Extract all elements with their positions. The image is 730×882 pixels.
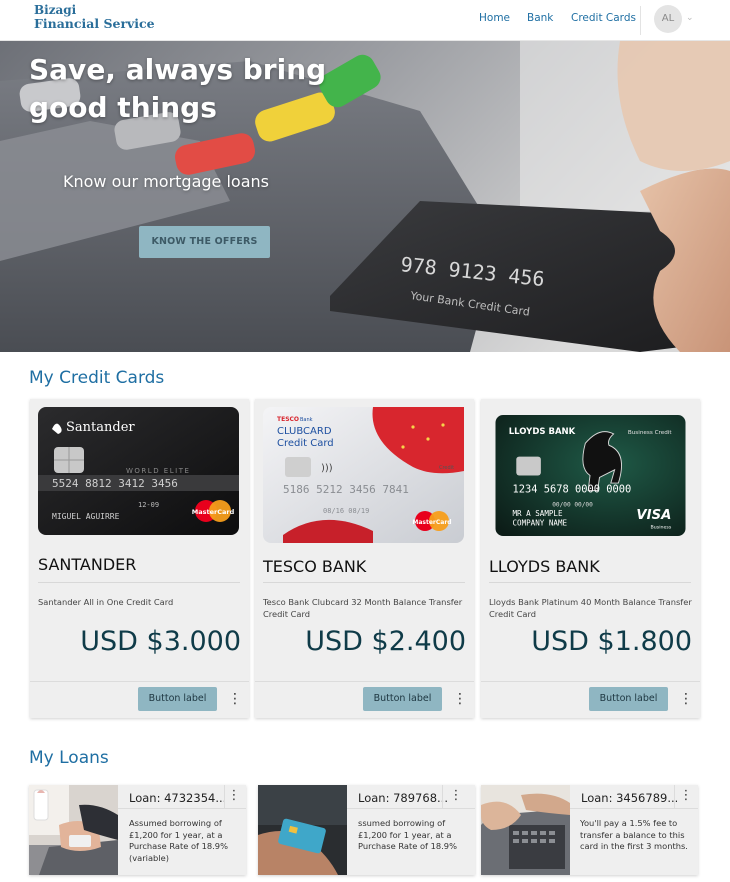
hero-subtitle: Know our mortgage loans (63, 172, 269, 191)
divider (255, 681, 474, 682)
nav-home[interactable]: Home (479, 12, 510, 24)
svg-text:5524 8812 3412 3456: 5524 8812 3412 3456 (52, 477, 178, 490)
loan-photo-phone-laptop (29, 785, 118, 875)
user-avatar[interactable]: AL (654, 5, 682, 33)
svg-text:00/00 00/00: 00/00 00/00 (552, 502, 593, 509)
divider (347, 808, 475, 809)
card-price: USD $2.400 (305, 626, 466, 657)
card-action-button[interactable]: Button label (589, 687, 668, 711)
tesco-card-image: TESCO Bank CLUBCARD Credit Card ))) Cred… (263, 407, 464, 543)
svg-text:MasterCard: MasterCard (412, 519, 451, 526)
credit-cards-title: My Credit Cards (29, 368, 165, 388)
divider (489, 582, 691, 583)
svg-text:MasterCard: MasterCard (192, 508, 235, 516)
svg-text:VISA: VISA (636, 508, 671, 523)
svg-text:TESCO: TESCO (277, 416, 299, 423)
svg-text:))): ))) (321, 463, 333, 474)
loan-title: Loan: 3456789... (581, 791, 677, 805)
loan-item: Loan: 789768... ⋮ ssumed borrowing of £1… (258, 785, 475, 875)
svg-text:LLOYDS BANK: LLOYDS BANK (509, 427, 576, 437)
svg-text:1234 5678 0000 0000: 1234 5678 0000 0000 (513, 484, 632, 496)
divider (224, 785, 225, 808)
loan-description: ssumed borrowing of £1,200 for 1 year, a… (358, 818, 457, 851)
santander-brand: Santander (66, 420, 135, 435)
credit-card-item: LLOYDS BANK Business Credit 1234 5678 00… (481, 399, 700, 718)
more-options-icon[interactable]: ⋮ (453, 689, 467, 709)
santander-card-image: Santander WORLD ELITE 5524 8812 3412 345… (38, 407, 239, 535)
svg-text:MR A SAMPLE: MR A SAMPLE (513, 509, 563, 518)
loan-item: Loan: 4732354... ⋮ Assumed borrowing of … (29, 785, 246, 875)
more-options-icon[interactable]: ⋮ (449, 788, 463, 803)
loan-title: Loan: 4732354... (129, 791, 225, 805)
card-action-button[interactable]: Button label (138, 687, 217, 711)
card-action-button[interactable]: Button label (363, 687, 442, 711)
nav-divider (640, 6, 641, 35)
svg-text:Business: Business (651, 524, 672, 530)
logo-line2: Financial Service (34, 16, 155, 31)
credit-card-item: TESCO Bank CLUBCARD Credit Card ))) Cred… (255, 399, 474, 718)
loan-photo-card-in-hand (258, 785, 347, 875)
card-price: USD $1.800 (531, 626, 692, 657)
divider (481, 681, 700, 682)
card-description: Lloyds Bank Platinum 40 Month Balance Tr… (489, 597, 692, 619)
hero-banner: 978 9123 456 Your Bank Credit Card Save,… (0, 41, 730, 352)
svg-text:CLUBCARD: CLUBCARD (277, 426, 332, 437)
divider (674, 785, 675, 808)
svg-text:Bank: Bank (300, 417, 313, 423)
more-options-icon[interactable]: ⋮ (679, 788, 693, 803)
loan-photo-laptop-typing (481, 785, 570, 875)
hero-title: Save, always bring good things (29, 53, 327, 124)
top-header: Bizagi Financial Service Home Bank Credi… (0, 0, 730, 41)
loan-item: Loan: 3456789... ⋮ You'll pay a 1.5% fee… (481, 785, 698, 875)
svg-text:5186 5212 3456 7841: 5186 5212 3456 7841 (283, 483, 409, 496)
divider (263, 582, 465, 583)
lloyds-card-image: LLOYDS BANK Business Credit 1234 5678 00… (495, 415, 686, 536)
card-name: LLOYDS BANK (489, 557, 600, 576)
card-name: TESCO BANK (263, 557, 367, 576)
card-description: Tesco Bank Clubcard 32 Month Balance Tra… (263, 597, 463, 619)
svg-text:MIGUEL AGUIRRE: MIGUEL AGUIRRE (52, 512, 120, 521)
divider (118, 808, 246, 809)
loan-title: Loan: 789768... (358, 791, 448, 805)
divider (570, 808, 698, 809)
svg-text:Credit Card: Credit Card (277, 438, 334, 449)
svg-text:12-09: 12-09 (138, 501, 159, 509)
more-options-icon[interactable]: ⋮ (227, 788, 241, 803)
divider (30, 681, 249, 682)
loan-description: Assumed borrowing of £1,200 for 1 year, … (129, 818, 228, 863)
card-description: Santander All in One Credit Card (38, 597, 174, 607)
svg-text:WORLD ELITE: WORLD ELITE (126, 467, 190, 475)
card-name: SANTANDER (38, 555, 137, 574)
nav-bank[interactable]: Bank (527, 12, 553, 24)
more-options-icon[interactable]: ⋮ (228, 689, 242, 709)
svg-text:Business Credit: Business Credit (628, 430, 673, 436)
nav-credit-cards[interactable]: Credit Cards (571, 12, 636, 24)
divider (38, 582, 240, 583)
svg-text:08/16 08/19: 08/16 08/19 (323, 507, 369, 515)
chevron-down-icon[interactable]: ⌄ (686, 13, 694, 23)
loans-title: My Loans (29, 748, 109, 768)
card-price: USD $3.000 (80, 626, 241, 657)
divider (442, 785, 443, 808)
svg-text:Credit: Credit (439, 465, 454, 471)
app-logo[interactable]: Bizagi Financial Service (34, 4, 155, 31)
more-options-icon[interactable]: ⋮ (679, 689, 693, 709)
loan-description: You'll pay a 1.5% fee to transfer a bala… (580, 818, 688, 851)
svg-text:COMPANY NAME: COMPANY NAME (513, 519, 568, 528)
know-offers-button[interactable]: KNOW THE OFFERS (139, 226, 270, 258)
credit-card-item: Santander WORLD ELITE 5524 8812 3412 345… (30, 399, 249, 718)
